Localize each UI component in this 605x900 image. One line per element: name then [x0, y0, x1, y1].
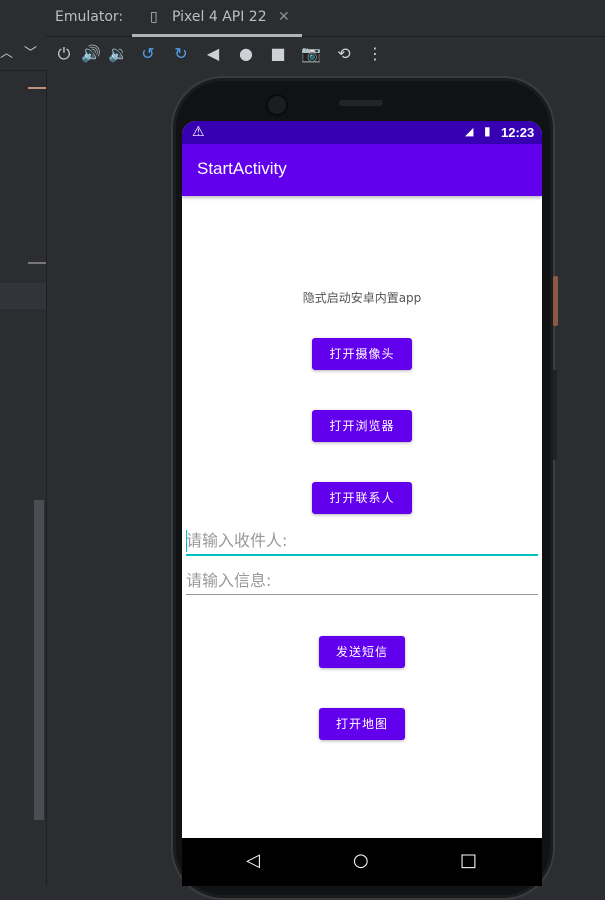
device-icon: ▯ — [150, 9, 158, 25]
panel-marker — [28, 87, 46, 89]
signal-icon: ◢ — [465, 125, 474, 138]
open-browser-button[interactable]: 打开浏览器 — [312, 410, 412, 442]
nav-back-icon[interactable]: ◁ — [246, 850, 260, 871]
status-time: 12:23 — [501, 125, 535, 140]
device-screen: ⚠ ◢ ▮ 12:23 StartActivity 隐式启动安卓内置app 打开… — [182, 121, 542, 886]
snapshot-icon[interactable]: ⟲ — [333, 43, 355, 65]
open-map-button[interactable]: 打开地图 — [319, 708, 405, 740]
send-sms-button[interactable]: 发送短信 — [319, 636, 405, 668]
chevron-up-icon[interactable]: ︿ — [0, 42, 13, 61]
device-tab-label: Pixel 4 API 22 — [172, 9, 267, 25]
phone-power-key[interactable] — [553, 276, 558, 326]
nav-home-icon[interactable]: ○ — [353, 850, 369, 871]
home-icon[interactable]: ● — [235, 43, 257, 65]
rotate-left-icon[interactable]: ↺ — [137, 43, 159, 65]
navigation-bar: ◁ ○ □ — [182, 838, 542, 886]
warning-icon: ⚠ — [192, 124, 205, 140]
message-input[interactable]: 请输入信息: — [186, 568, 538, 595]
more-icon[interactable]: ⋮ — [364, 43, 386, 65]
battery-icon: ▮ — [484, 124, 491, 138]
earpiece-speaker — [339, 100, 383, 106]
chevron-down-icon[interactable]: ﹀ — [24, 42, 37, 61]
phone-side-edge — [553, 370, 557, 460]
emulator-toolbar: ⏻ 🔊 🔉 ↺ ↻ ◀ ● ■ 📷 ⟲ ⋮ — [46, 37, 605, 70]
tab-device[interactable]: ▯ Pixel 4 API 22 ✕ — [132, 0, 302, 37]
rotate-right-icon[interactable]: ↻ — [170, 43, 192, 65]
emulator-label: Emulator: — [55, 9, 124, 25]
recipient-input[interactable]: 请输入收件人: — [186, 528, 538, 556]
power-icon[interactable]: ⏻ — [53, 43, 75, 65]
app-bar: StartActivity — [182, 144, 542, 196]
screenshot-icon[interactable]: 📷 — [300, 43, 322, 65]
nav-recents-icon[interactable]: □ — [460, 850, 477, 871]
close-icon[interactable]: ✕ — [278, 9, 290, 25]
back-icon[interactable]: ◀ — [202, 43, 224, 65]
panel-marker — [28, 262, 46, 264]
ide-left-panel: ︿ ﹀ — [0, 0, 47, 886]
panel-scrollbar[interactable] — [34, 500, 44, 820]
overview-icon[interactable]: ■ — [267, 43, 289, 65]
page-subtitle: 隐式启动安卓内置app — [302, 291, 422, 305]
volume-down-icon[interactable]: 🔉 — [107, 43, 129, 65]
app-title: StartActivity — [197, 159, 287, 178]
open-camera-button[interactable]: 打开摄像头 — [312, 338, 412, 370]
open-contacts-button[interactable]: 打开联系人 — [312, 482, 412, 514]
panel-selection-stripe — [0, 283, 46, 309]
emulator-header: Emulator: ▯ Pixel 4 API 22 ✕ — [46, 0, 605, 37]
volume-up-icon[interactable]: 🔊 — [80, 43, 102, 65]
front-camera — [266, 94, 288, 116]
status-bar: ⚠ ◢ ▮ 12:23 — [182, 121, 542, 144]
